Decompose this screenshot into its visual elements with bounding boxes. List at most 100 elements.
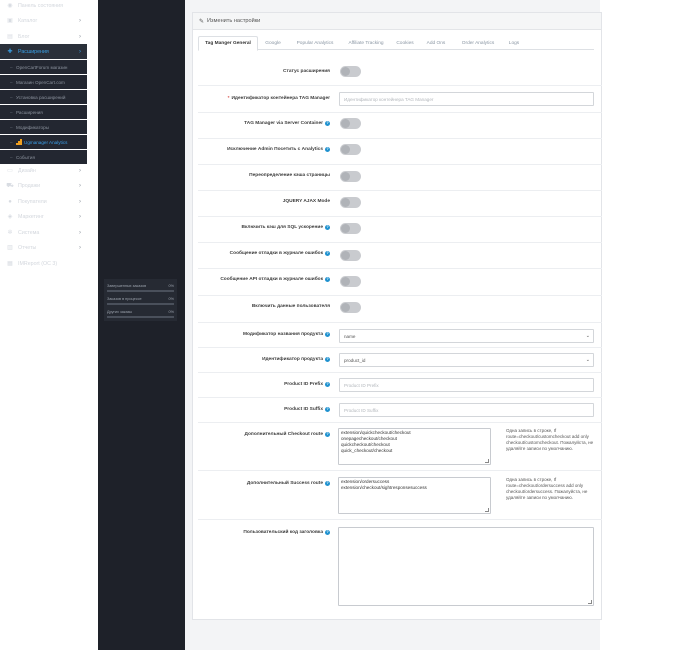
help-icon[interactable]: ? [325, 357, 330, 362]
sidebar-item[interactable]: ▭ Дизайн › [0, 163, 87, 178]
sidebar-subitem-label: OpenCartForum магазин [16, 64, 68, 70]
product-id-suffix-input[interactable]: Product ID Suffix [339, 403, 594, 417]
server-container-toggle[interactable] [340, 118, 361, 129]
sidebar-item-label: Продажи [18, 182, 41, 189]
chevron-down-icon: ⌄ [585, 333, 590, 339]
help-icon[interactable]: ? [325, 382, 330, 387]
exclude-admin-toggle[interactable] [340, 144, 361, 155]
field-label: JQUERY AJAX Mode [282, 199, 330, 204]
resize-grip-icon[interactable] [588, 600, 592, 604]
sidebar-item-label: Отчеты [18, 244, 37, 251]
chevron-right-icon: › [79, 213, 81, 220]
help-icon[interactable]: ? [325, 251, 330, 256]
settings-tabs: Tag Manger General Google Popular Analyt… [198, 36, 594, 51]
api-debug-log-toggle[interactable] [340, 276, 361, 287]
help-icon[interactable]: ? [325, 121, 330, 126]
stat-value: 0% [168, 284, 175, 288]
form-row: Статус расширения [198, 61, 602, 86]
sidebar-item-label: Расширения [18, 48, 49, 55]
form-row: Переопределение кэша страницы [198, 165, 602, 191]
sidebar-item[interactable]: ⛟ Продажи › [0, 178, 87, 193]
sidebar-item-label: Каталог [18, 17, 38, 24]
sidebar-item[interactable]: ✚ Расширения › [0, 44, 87, 59]
sidebar-subitem[interactable]: – Ugmanager Analytics [0, 135, 87, 149]
chevron-right-icon: › [79, 229, 81, 236]
sidebar-item[interactable]: ◈ Маркетинг › [0, 209, 87, 224]
form-row: Включить кэш для SQL ускорение? [198, 217, 602, 243]
chevron-right-icon: › [79, 182, 81, 189]
help-icon[interactable]: ? [325, 277, 330, 282]
field-label: Статус расширения [283, 69, 330, 74]
order-stats-panel: Завершенных заказов 0% Заказов в процесс… [104, 279, 177, 321]
sidebar-subitem-label: Магазин OpenCart.com [16, 79, 65, 85]
stat-label: Завершенных заказов [107, 284, 147, 288]
sidebar-item[interactable]: ● Покупатели › [0, 194, 87, 209]
field-label: Дополнительный Success route? [246, 481, 330, 486]
report-icon: ▦ [7, 261, 13, 267]
sidebar-subitem[interactable]: – Установка расширений [0, 90, 87, 104]
chevron-right-icon: › [79, 198, 81, 205]
sidebar-subitem[interactable]: – OpenCartForum магазин [0, 60, 87, 74]
field-label: Сообщение API отладки в журнале ошибок? [220, 277, 330, 282]
sidebar-item[interactable]: ▤ Блог › [0, 29, 87, 44]
resize-grip-icon[interactable] [485, 459, 489, 463]
sql-cache-toggle[interactable] [340, 223, 361, 234]
help-icon[interactable]: ? [325, 225, 330, 230]
product-id-select[interactable]: product_id ⌄ [339, 353, 594, 367]
tab-add-ons[interactable]: Add Ons [424, 36, 448, 50]
sidebar-subitem[interactable]: – Расширения [0, 105, 87, 119]
debug-log-toggle[interactable] [340, 250, 361, 261]
sidebar-subitem-label: Расширения [16, 109, 43, 115]
container-id-input[interactable]: Идентификатор контейнера TAG Manager [339, 92, 594, 106]
stat-label: Других заказы [107, 310, 133, 314]
tab-affiliate-tracking[interactable]: Affiliate Tracking [344, 36, 388, 50]
sidebar-subitem-label: События [16, 154, 35, 160]
checkout-route-textarea[interactable]: extension/quickcheckout/checkout onepage… [338, 428, 491, 465]
tab-popular-analytics[interactable]: Popular Analytics [292, 36, 338, 50]
help-icon[interactable]: ? [325, 332, 330, 337]
form-row: Сообщение отладки в журнале ошибок? [198, 243, 602, 269]
jquery-ajax-toggle[interactable] [340, 197, 361, 208]
sidebar-item[interactable]: ✲ Система › [0, 225, 87, 240]
sidebar-item-label: Панель состояния [18, 2, 64, 9]
cache-override-toggle[interactable] [340, 171, 361, 182]
sidebar-item[interactable]: ▥ Отчеты › [0, 240, 87, 255]
sidebar-item[interactable]: ◉ Панель состояния [0, 0, 87, 13]
sidebar-subitem[interactable]: – Модификаторы [0, 120, 87, 134]
stat-progress-bar [107, 316, 174, 318]
tab-google[interactable]: Google [261, 36, 285, 50]
pencil-icon: ✎ [199, 18, 205, 25]
success-route-textarea[interactable]: extension/ordersuccess extension/checkou… [338, 477, 491, 514]
help-icon[interactable]: ? [325, 432, 330, 437]
stat-completed: Завершенных заказов 0% [107, 284, 175, 292]
panel-title: Изменить настройки [207, 18, 261, 24]
stat-processing: Заказов в процессе 0% [107, 297, 175, 305]
form-row: Сообщение API отладки в журнале ошибок? [198, 269, 602, 296]
resize-grip-icon[interactable] [485, 508, 489, 512]
sidebar-item-label: IMReport (OC 3) [18, 260, 58, 267]
product-id-prefix-input[interactable]: Product ID Prefix [339, 378, 594, 392]
help-icon[interactable]: ? [325, 530, 330, 535]
tab-cookies[interactable]: Cookies [393, 36, 417, 50]
sidebar-subitem[interactable]: – События [0, 150, 87, 164]
sidebar-item[interactable]: ▣ Каталог › [0, 13, 87, 28]
chevron-right-icon: › [79, 17, 81, 24]
help-icon[interactable]: ? [325, 407, 330, 412]
status-toggle[interactable] [340, 66, 361, 77]
form-row: JQUERY AJAX Mode [198, 191, 602, 217]
header-code-textarea[interactable] [338, 527, 594, 606]
product-name-select[interactable]: name ⌄ [339, 329, 594, 343]
help-icon[interactable]: ? [325, 481, 330, 486]
sidebar-item-label: Покупатели [18, 198, 47, 205]
sidebar-item[interactable]: ▦ IMReport (OC 3) [0, 256, 87, 271]
stat-value: 0% [168, 297, 175, 301]
tab-logs[interactable]: Logs [504, 36, 524, 50]
chevron-down-icon: ⌄ [585, 357, 590, 363]
field-label: Сообщение отладки в журнале ошибок? [229, 251, 330, 256]
user-data-toggle[interactable] [340, 302, 361, 313]
help-icon[interactable]: ? [325, 147, 330, 152]
tab-order-analytics[interactable]: Order Analytics [456, 36, 500, 50]
tab-general[interactable]: Tag Manger General [198, 36, 258, 51]
field-label: Product ID Suffix? [284, 407, 330, 412]
sidebar-subitem[interactable]: – Магазин OpenCart.com [0, 75, 87, 89]
